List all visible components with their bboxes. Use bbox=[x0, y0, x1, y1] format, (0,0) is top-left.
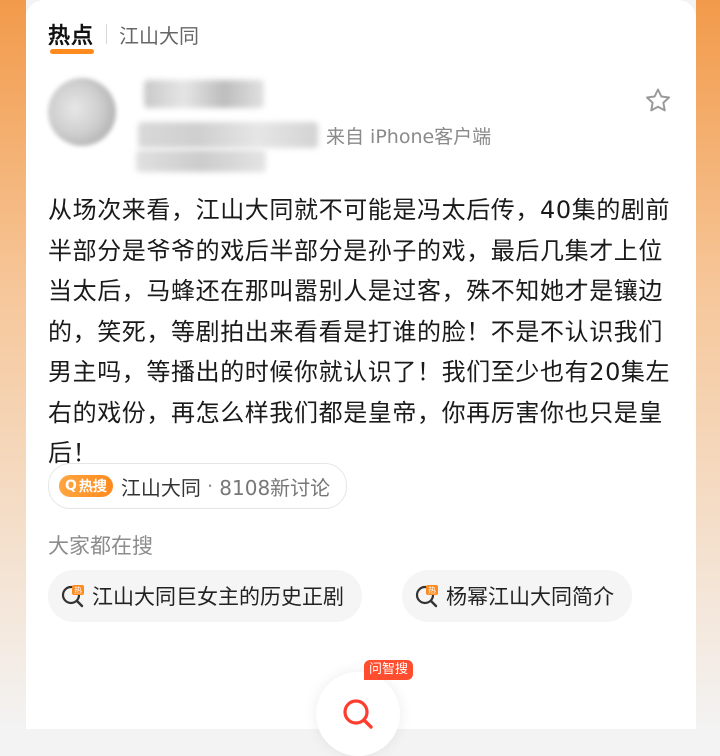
search-suggestion-label: 江山大同巨女主的历史正剧 bbox=[92, 585, 344, 609]
client-source-text: 来自 iPhone客户端 bbox=[326, 126, 492, 148]
hot-search-icon: 热 bbox=[415, 585, 438, 608]
post-card: 热点 江山大同 来自 iPhone客户端 从场次来看，江山大同就不可能是冯太后传… bbox=[26, 0, 696, 756]
blurred-username[interactable] bbox=[144, 80, 264, 108]
header-divider bbox=[106, 24, 108, 44]
pill-separator: · bbox=[206, 474, 214, 498]
search-suggestion[interactable]: 热 杨幂江山大同简介 bbox=[402, 570, 632, 622]
background-edge-left bbox=[0, 0, 26, 729]
svg-text:热: 热 bbox=[428, 585, 436, 595]
blurred-post-time bbox=[138, 122, 318, 148]
hot-topic-pill[interactable]: Q 热搜 江山大同 · 8108新讨论 bbox=[48, 463, 348, 509]
card-header: 热点 江山大同 bbox=[48, 18, 199, 54]
search-suggestion-label: 杨幂江山大同简介 bbox=[446, 585, 614, 609]
search-icon: Q bbox=[65, 478, 77, 494]
hot-search-badge: Q 热搜 bbox=[59, 475, 113, 497]
search-icon bbox=[343, 699, 373, 729]
svg-text:热: 热 bbox=[74, 585, 82, 595]
smart-search-button[interactable] bbox=[316, 672, 400, 756]
smart-search-badge: 问智搜 bbox=[364, 660, 414, 680]
post-body: 从场次来看，江山大同就不可能是冯太后传，40集的剧前半部分是爷爷的戏后半部分是孙… bbox=[48, 196, 671, 467]
pill-topic-name: 江山大同 bbox=[120, 475, 201, 500]
hot-tab-title[interactable]: 热点 bbox=[48, 18, 95, 54]
background-edge-right bbox=[696, 0, 720, 729]
hot-search-icon: 热 bbox=[61, 585, 84, 608]
avatar[interactable] bbox=[48, 78, 116, 146]
search-suggestion[interactable]: 热 江山大同巨女主的历史正剧 bbox=[48, 570, 362, 622]
star-icon[interactable] bbox=[643, 86, 673, 116]
header-topic-link[interactable]: 江山大同 bbox=[119, 20, 199, 49]
hot-search-badge-label: 热搜 bbox=[78, 479, 107, 495]
everyone-searching-heading: 大家都在搜 bbox=[48, 534, 153, 558]
blurred-location bbox=[136, 150, 266, 172]
pill-discussion-count: 8108新讨论 bbox=[219, 475, 331, 500]
